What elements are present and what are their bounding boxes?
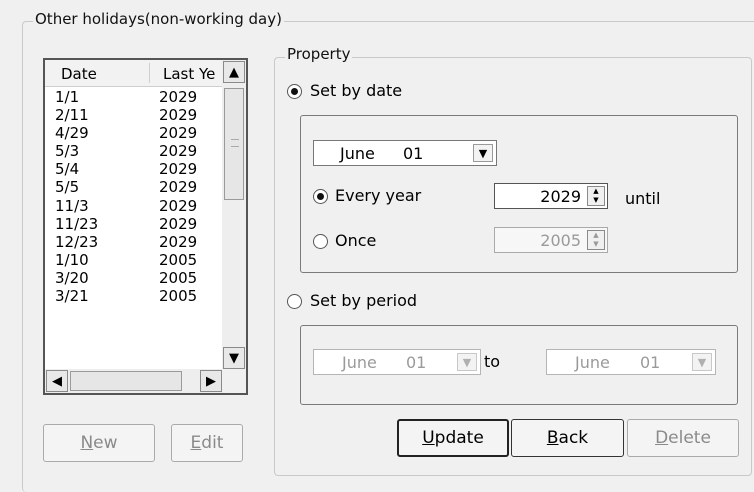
cell-last-year: 2029 [159,196,198,215]
cell-date: 12/23 [55,232,99,251]
every-year-radio[interactable] [313,189,328,204]
period-to-select[interactable]: June 01 ▼ [546,349,716,375]
list-item[interactable]: 3/21 2005 [55,287,223,305]
cell-date: 11/23 [55,214,99,233]
holiday-list[interactable]: Date Last Ye 1/1 2029 2/11 2029 4/29 2029 5/3 2… [43,58,248,395]
cell-date: 11/3 [55,196,89,215]
list-item[interactable]: 5/3 2029 [55,142,223,160]
column-header-last-year[interactable]: Last Ye [163,65,215,83]
cell-date: 5/4 [55,160,80,179]
until-label: until [625,189,661,208]
list-header: Date Last Ye [45,60,223,87]
cell-date: 1/10 [55,250,89,269]
list-item[interactable]: 2/11 2029 [55,106,223,124]
cell-last-year: 2029 [159,106,198,125]
cell-last-year: 2029 [159,160,198,179]
period-to-day: 01 [640,353,661,372]
spin-arrows-icon[interactable]: ▲ ▼ [587,186,605,206]
spin-arrows-icon[interactable]: ▲ ▼ [587,230,605,250]
edit-button[interactable]: Edit [171,424,243,462]
radio-selected-dot [291,88,298,95]
list-item[interactable]: 1/10 2005 [55,251,223,269]
once-radio[interactable] [313,234,328,249]
vertical-scroll-thumb[interactable] [224,88,244,200]
set-by-date-label: Set by date [310,81,403,100]
scroll-down-icon[interactable]: ▼ [223,347,245,369]
cell-date: 5/5 [55,178,80,197]
chevron-down-icon[interactable]: ▼ [457,353,477,371]
column-divider [149,63,150,83]
property-title: Property [285,45,353,63]
list-item[interactable]: 4/29 2029 [55,124,223,142]
every-year-value: 2029 [540,187,581,206]
chevron-down-icon[interactable]: ▼ [692,353,712,371]
horizontal-scrollbar[interactable]: ◀ ▶ [45,369,223,393]
period-to-label: to [484,352,501,371]
chevron-down-icon[interactable]: ▼ [473,144,493,162]
cell-last-year: 2029 [159,142,198,161]
list-item[interactable]: 3/20 2005 [55,269,223,287]
list-item[interactable]: 11/23 2029 [55,215,223,233]
period-from-month: June [342,353,377,372]
date-select[interactable]: June 01 ▼ [313,140,497,166]
every-year-label: Every year [335,186,422,205]
cell-date: 5/3 [55,142,80,161]
scroll-left-icon[interactable]: ◀ [46,370,68,392]
cell-last-year: 2005 [159,268,198,287]
once-value: 2005 [540,231,581,250]
period-from-select[interactable]: June 01 ▼ [313,349,481,375]
cell-last-year: 2005 [159,287,198,306]
list-item[interactable]: 1/1 2029 [55,88,223,106]
list-item[interactable]: 5/5 2029 [55,178,223,196]
cell-last-year: 2029 [159,88,198,106]
column-header-date[interactable]: Date [61,65,97,83]
cell-last-year: 2029 [159,178,198,197]
once-spinner[interactable]: 2005 ▲ ▼ [494,227,608,253]
update-button[interactable]: Update [397,419,509,457]
scrollbar-corner [222,369,246,393]
list-item[interactable]: 5/4 2029 [55,160,223,178]
cell-date: 3/21 [55,287,89,306]
cell-date: 1/1 [55,88,80,106]
back-button[interactable]: Back [511,419,624,457]
cell-last-year: 2029 [159,232,198,251]
cell-date: 4/29 [55,124,89,143]
set-by-period-radio[interactable] [287,294,302,309]
delete-button[interactable]: Delete [627,419,739,457]
list-item[interactable]: 11/3 2029 [55,197,223,215]
once-label: Once [335,231,377,250]
grip-icon [231,139,239,147]
list-rows: 1/1 2029 2/11 2029 4/29 2029 5/3 2029 5/4 2029 5/5… [55,88,223,305]
set-by-period-label: Set by period [310,291,418,310]
horizontal-scroll-thumb[interactable] [70,371,182,391]
new-button[interactable]: New [43,424,155,462]
cell-date: 3/20 [55,268,89,287]
date-month: June [340,144,375,163]
cell-last-year: 2029 [159,124,198,143]
list-item[interactable]: 12/23 2029 [55,233,223,251]
period-from-day: 01 [406,353,427,372]
set-by-date-radio[interactable] [287,84,302,99]
cell-last-year: 2029 [159,214,198,233]
every-year-spinner[interactable]: 2029 ▲ ▼ [494,183,608,209]
period-to-month: June [575,353,610,372]
date-day: 01 [403,144,424,163]
scroll-right-icon[interactable]: ▶ [200,370,222,392]
other-holidays-title: Other holidays(non-working day) [33,10,284,28]
cell-last-year: 2005 [159,250,198,269]
radio-selected-dot [317,193,324,200]
vertical-scrollbar[interactable]: ▲ ▼ [222,60,246,370]
cell-date: 2/11 [55,106,89,125]
scroll-up-icon[interactable]: ▲ [223,61,245,83]
